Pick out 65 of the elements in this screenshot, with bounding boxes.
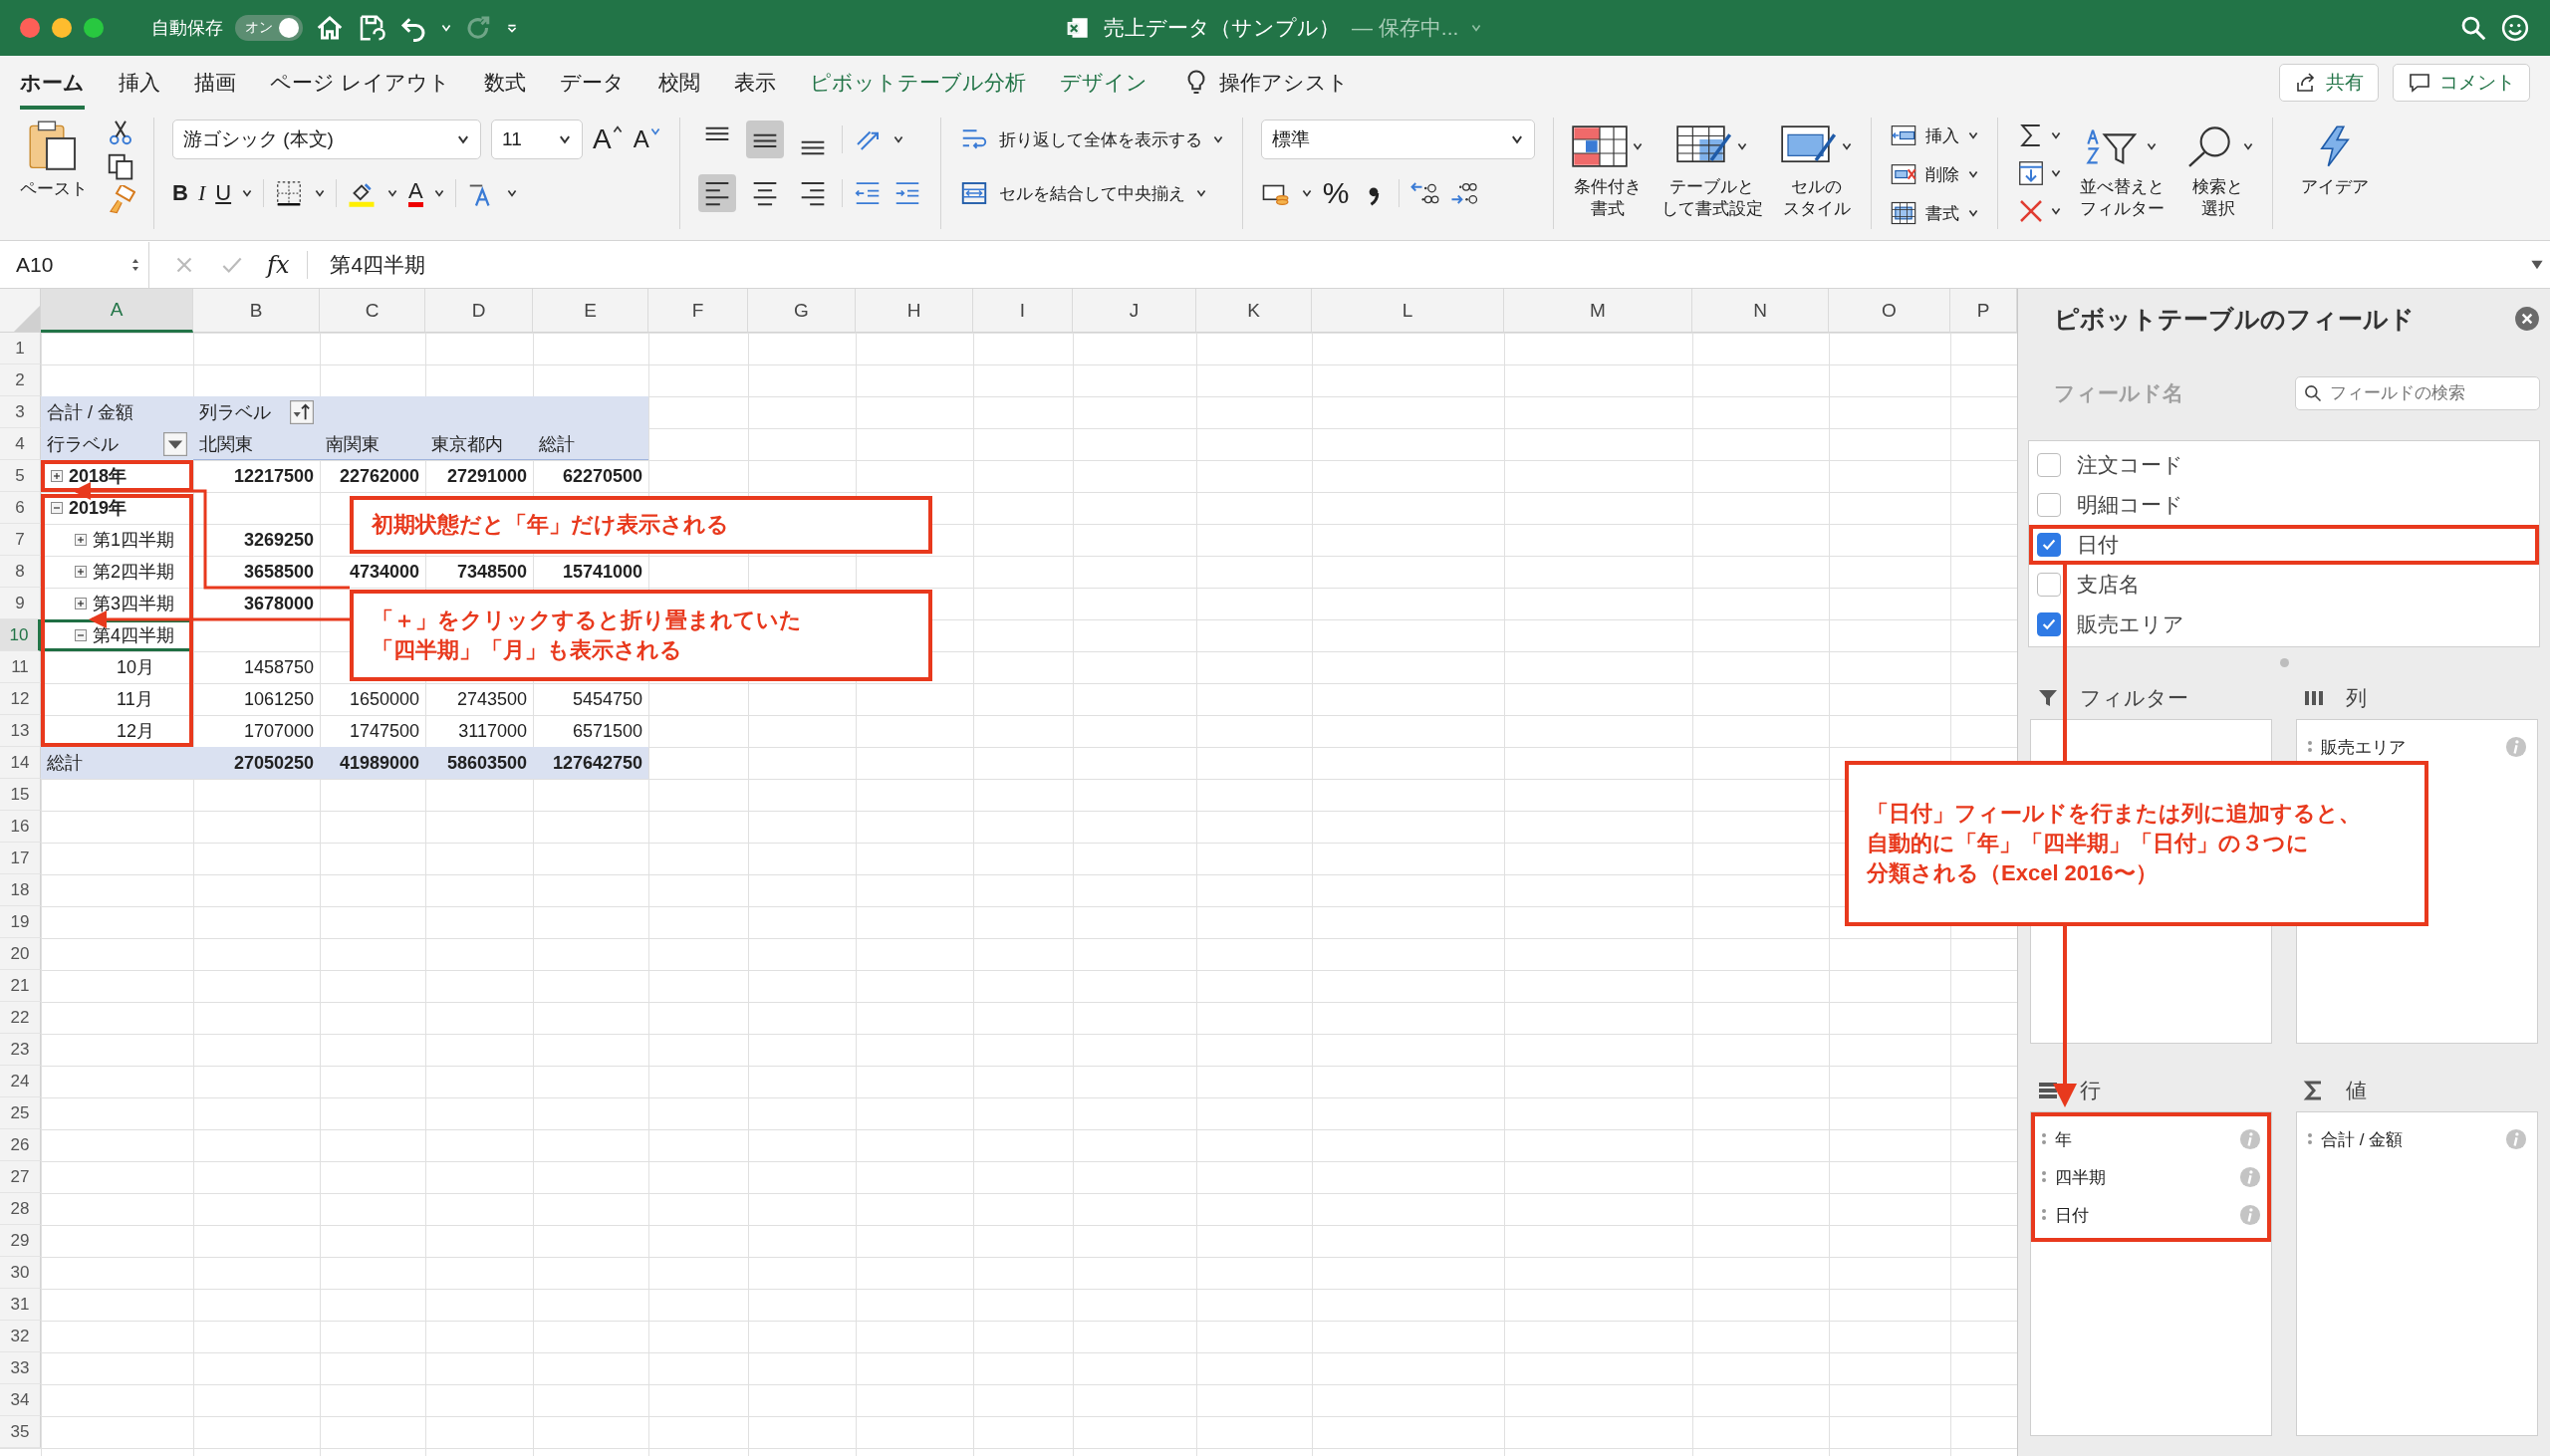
table-cell-text: 2019年 — [69, 497, 128, 520]
callout-text: 自動的に「年」「四半期」「日付」の３つに — [1867, 830, 2309, 858]
table-cell-text: 6571500 — [571, 719, 643, 743]
window-title: 売上データ（サンプル） — [1104, 15, 1340, 41]
table-cell-text: 3269250 — [242, 528, 315, 552]
pane-title: ピボットテーブルのフィールド — [2054, 303, 2415, 335]
button-label: 並べ替えと — [2079, 177, 2165, 198]
table-cell: 北関東 — [193, 428, 320, 460]
callout-text: 「＋」をクリックすると折り畳まれていた — [372, 607, 802, 635]
table-cell-text: 3117000 — [457, 719, 528, 743]
table-cell-text: 11月 — [116, 688, 154, 711]
area-heading: 値 — [2346, 1078, 2367, 1103]
button-label: して書式設定 — [1660, 199, 1763, 220]
table-cell-text: 27291000 — [445, 464, 528, 488]
table-cell-text: 22762000 — [338, 464, 420, 488]
table-cell-text: 第4四半期 — [93, 624, 174, 647]
table-cell-text: 2018年 — [69, 465, 128, 488]
button-label: スタイル — [1782, 199, 1851, 220]
field-list-heading: フィールド名 — [2054, 380, 2183, 406]
table-cell: 58603500 — [425, 747, 533, 779]
table-cell-text: 5454750 — [571, 687, 643, 711]
table-cell: 南関東 — [320, 428, 425, 460]
table-cell: 総計 — [533, 428, 648, 460]
callout-text: 分類される（Excel 2016〜） — [1867, 858, 2158, 887]
button-label: フィルター — [2079, 199, 2165, 220]
button-label: 選択 — [2200, 199, 2235, 220]
table-cell: 合計 / 金額 — [41, 396, 193, 428]
table-cell-text: 行ラベル — [47, 433, 120, 456]
callout-text: 「日付」フィールドを行または列に追加すると、 — [1867, 800, 2361, 829]
table-cell-text: 62270500 — [561, 464, 643, 488]
table-cell-text: 3658500 — [242, 560, 315, 584]
button-label: 書式 — [1590, 199, 1625, 220]
table-cell-text: 12217500 — [232, 464, 315, 488]
table-cell-text: 1707000 — [242, 719, 315, 743]
table-cell-text: 列ラベル — [199, 401, 272, 424]
table-cell: 総計 — [41, 747, 193, 779]
table-cell-text: 第3四半期 — [93, 593, 174, 615]
table-cell-text: 3678000 — [242, 592, 315, 615]
table-cell-text: 1650000 — [348, 687, 420, 711]
table-cell-text: 1458750 — [242, 655, 315, 679]
area-heading: 行 — [2080, 1078, 2101, 1103]
area-heading: 列 — [2346, 685, 2367, 711]
save-status: — 保存中... — [1352, 15, 1459, 41]
table-cell-text: 10月 — [116, 656, 156, 679]
button-label: 条件付き — [1573, 177, 1642, 198]
table-cell-text: 1747500 — [348, 719, 420, 743]
table-cell-text: 7348500 — [455, 560, 528, 584]
button-label: セルの — [1791, 177, 1843, 198]
table-cell-text: 第2四半期 — [93, 561, 174, 584]
table-cell-text: 15741000 — [561, 560, 643, 584]
table-cell: 東京都内 — [425, 428, 533, 460]
autosave-label: 自動保存 — [151, 17, 223, 40]
table-cell-text: 2743500 — [455, 687, 528, 711]
table-cell-text: 4734000 — [348, 560, 420, 584]
table-cell-text: 12月 — [116, 720, 156, 743]
table-cell-text: 1061250 — [242, 687, 315, 711]
button-label: 検索と — [2192, 177, 2244, 198]
table-cell: 27050250 — [193, 747, 320, 779]
area-heading: フィルター — [2080, 685, 2188, 711]
button-label: テーブルと — [1669, 177, 1755, 198]
table-cell: 41989000 — [320, 747, 425, 779]
table-cell: 127642750 — [533, 747, 648, 779]
table-cell-text: 第1四半期 — [93, 529, 174, 552]
callout-text: 初期状態だと「年」だけ表示される — [372, 511, 729, 540]
callout-text: 「四半期」「月」も表示される — [372, 636, 682, 664]
